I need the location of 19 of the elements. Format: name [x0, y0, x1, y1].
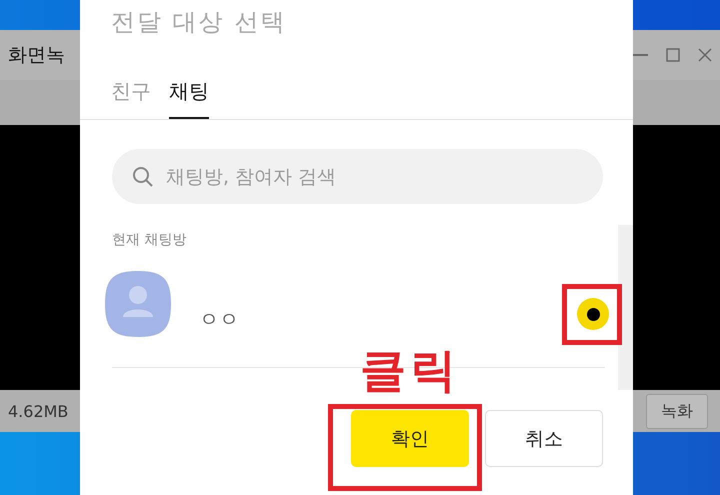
confirm-button[interactable]: 확인	[351, 410, 469, 467]
tab[interactable]: 채팅	[169, 78, 209, 119]
minimize-icon[interactable]	[632, 54, 648, 56]
search-input[interactable]: 채팅방, 참여자 검색	[164, 164, 583, 188]
search-icon	[132, 166, 154, 188]
close-icon[interactable]	[698, 48, 712, 62]
section-label: 현재 채팅방	[111, 231, 188, 249]
highlight-box	[562, 284, 622, 345]
dialog-title: 전달 대상 선택	[110, 7, 288, 38]
annotation-label: 클릭	[360, 342, 460, 399]
avatar-icon	[105, 271, 171, 337]
window-title: 화면녹	[8, 43, 65, 68]
cancel-button[interactable]: 취소	[485, 410, 603, 467]
search-field[interactable]: 채팅방, 참여자 검색	[112, 149, 603, 204]
chat-name: ㅇㅇ	[199, 306, 240, 332]
radio-button[interactable]	[577, 298, 609, 330]
maximize-icon[interactable]	[666, 48, 680, 62]
file-size: 4.62MB	[8, 402, 68, 420]
record-button[interactable]: 녹화	[646, 394, 708, 428]
